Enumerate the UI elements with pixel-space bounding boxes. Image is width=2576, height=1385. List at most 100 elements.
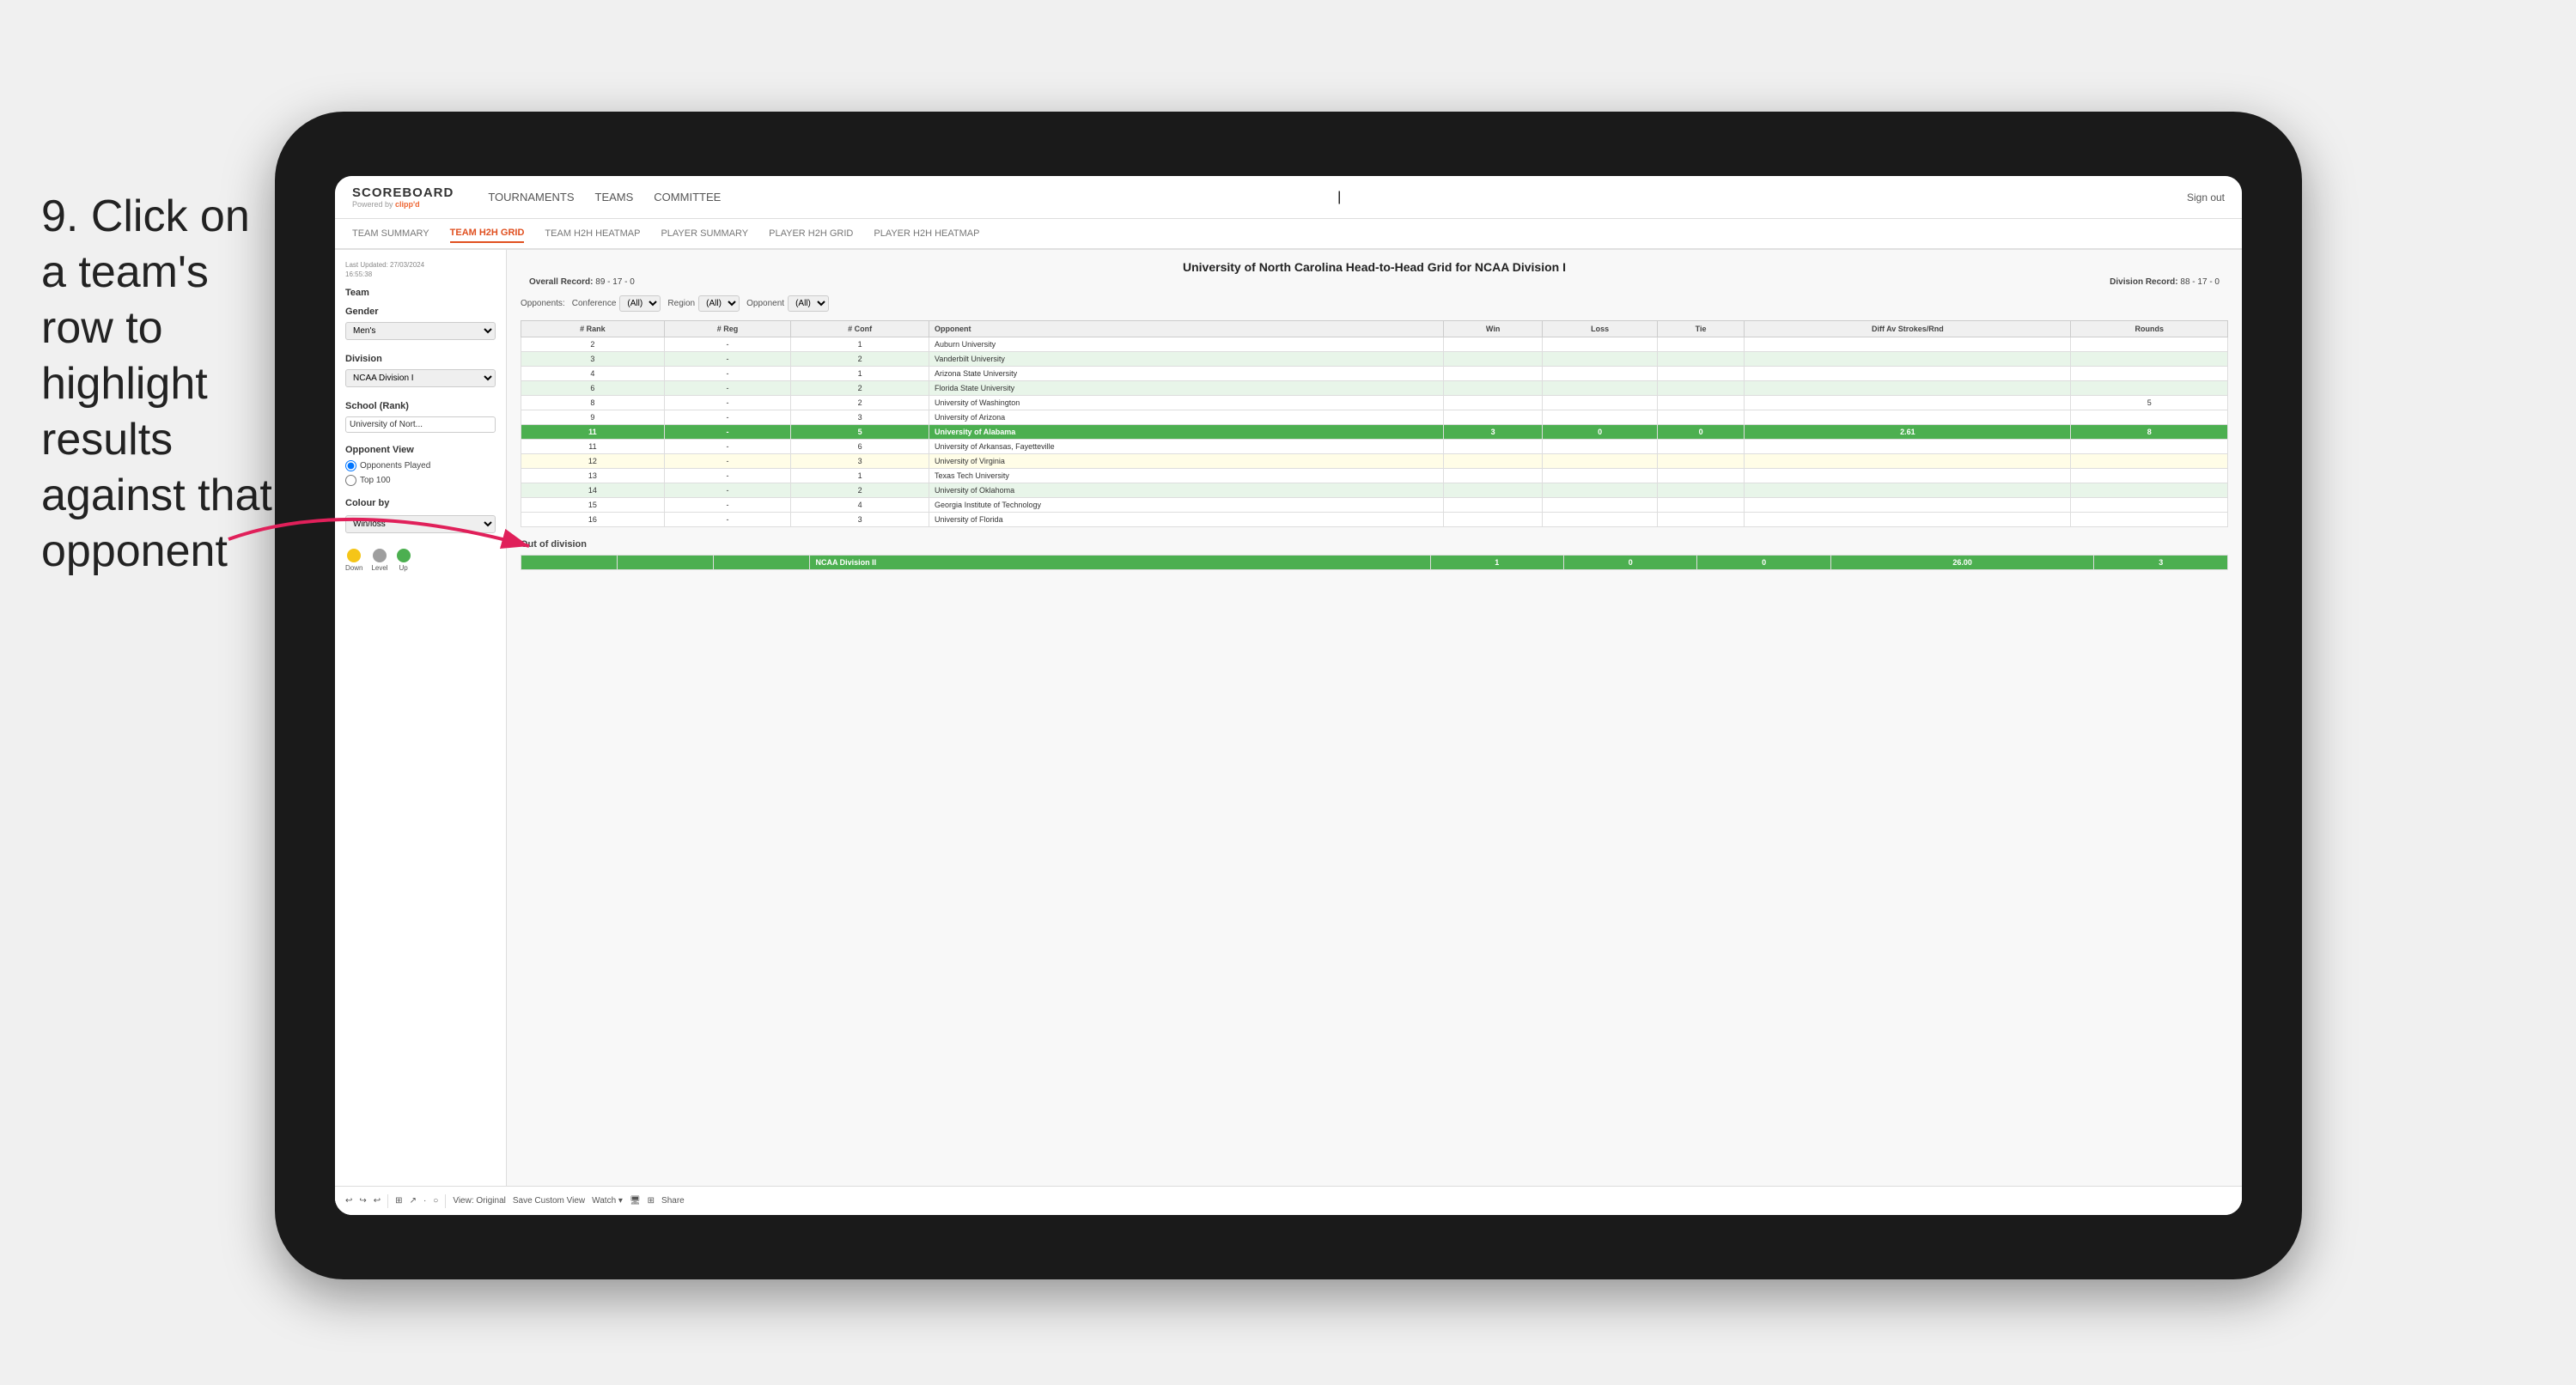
left-panel: Last Updated: 27/03/202416:55:38 Team Ge… (335, 250, 507, 1215)
colour-by-select[interactable]: Win/loss (345, 515, 496, 533)
table-row[interactable]: 3-2Vanderbilt University (521, 352, 2228, 367)
table-row[interactable]: 4-1Arizona State University (521, 367, 2228, 381)
tab-team-summary[interactable]: TEAM SUMMARY (352, 225, 429, 242)
tab-team-h2h-heatmap[interactable]: TEAM H2H HEATMAP (545, 225, 640, 242)
tab-player-h2h-heatmap[interactable]: PLAYER H2H HEATMAP (874, 225, 979, 242)
out-col-rank (521, 556, 618, 570)
legend-dot-down (347, 549, 361, 562)
logo-area: SCOREBOARD Powered by clipp'd (352, 185, 454, 209)
col-opponent: Opponent (929, 321, 1444, 337)
team-section-title: Team (345, 288, 496, 298)
overall-record: Overall Record: 89 - 17 - 0 (529, 277, 635, 287)
legend-level: Level (371, 549, 387, 572)
instruction-body: Click on a team's row to highlight resul… (41, 191, 272, 576)
col-tie: Tie (1657, 321, 1744, 337)
division-select[interactable]: NCAA Division I (345, 369, 496, 387)
out-division-row[interactable]: NCAA Division II 1 0 0 26.00 3 (521, 556, 2228, 570)
legend: Down Level Up (345, 549, 496, 572)
legend-dot-level (373, 549, 387, 562)
table-row[interactable]: 15-4Georgia Institute of Technology (521, 498, 2228, 513)
sub-nav: TEAM SUMMARY TEAM H2H GRID TEAM H2H HEAT… (335, 219, 2242, 250)
tab-player-h2h-grid[interactable]: PLAYER H2H GRID (769, 225, 853, 242)
conference-filter: Conference (All) (572, 295, 661, 312)
out-col-diff: 26.00 (1830, 556, 2094, 570)
out-col-opponent: NCAA Division II (810, 556, 1430, 570)
school-rank-value: University of Nort... (345, 416, 496, 433)
col-diff: Diff Av Strokes/Rnd (1745, 321, 2071, 337)
instruction-number: 9. (41, 191, 78, 241)
opponent-view-radio-group: Opponents Played Top 100 (345, 460, 496, 486)
region-select[interactable]: (All) (698, 295, 740, 312)
table-row[interactable]: 11-6University of Arkansas, Fayetteville (521, 440, 2228, 454)
last-updated: Last Updated: 27/03/202416:55:38 (345, 260, 496, 279)
col-win: Win (1443, 321, 1542, 337)
gender-label: Gender (345, 307, 496, 317)
table-row[interactable]: 2-1Auburn University (521, 337, 2228, 352)
table-row[interactable]: 12-3University of Virginia (521, 454, 2228, 469)
col-rank: # Rank (521, 321, 665, 337)
nav-divider: | (1337, 190, 2161, 205)
main-content: Last Updated: 27/03/202416:55:38 Team Ge… (335, 250, 2242, 1215)
toolbar-layout[interactable]: ⊞ (648, 1196, 655, 1206)
opponent-select[interactable]: (All) (788, 295, 829, 312)
toolbar-monitor[interactable]: 🖥 (630, 1196, 641, 1206)
legend-label-level: Level (371, 564, 387, 572)
out-col-reg (618, 556, 714, 570)
table-header-row: # Rank # Reg # Conf Opponent Win Loss Ti… (521, 321, 2228, 337)
colour-by-title: Colour by (345, 498, 496, 508)
legend-down: Down (345, 549, 362, 572)
opponent-filter: Opponent (All) (746, 295, 829, 312)
filter-opponents-label: Opponents: (521, 299, 565, 308)
tablet-screen: SCOREBOARD Powered by clipp'd TOURNAMENT… (335, 176, 2242, 1215)
nav-items: TOURNAMENTS TEAMS COMMITTEE (488, 187, 1312, 207)
toolbar-share[interactable]: Share (661, 1196, 685, 1206)
gender-select[interactable]: Men's (345, 322, 496, 340)
table-row[interactable]: 16-3University of Florida (521, 513, 2228, 527)
school-rank-label: School (Rank) (345, 401, 496, 411)
out-of-division-section: Out of division NCAA Division II 1 0 0 (521, 539, 2228, 570)
out-col-conf (714, 556, 810, 570)
table-row[interactable]: 6-2Florida State University (521, 381, 2228, 396)
col-loss: Loss (1543, 321, 1658, 337)
division-label: Division (345, 354, 496, 364)
nav-tournaments[interactable]: TOURNAMENTS (488, 187, 574, 207)
toolbar-save-custom[interactable]: Save Custom View (513, 1196, 585, 1206)
tab-player-summary[interactable]: PLAYER SUMMARY (661, 225, 748, 242)
h2h-table: # Rank # Reg # Conf Opponent Win Loss Ti… (521, 320, 2228, 527)
instruction-text: 9. Click on a team's row to highlight re… (41, 189, 282, 580)
legend-label-up: Up (399, 564, 407, 572)
conference-select[interactable]: (All) (619, 295, 661, 312)
logo-sub: Powered by clipp'd (352, 200, 454, 209)
grid-records: Overall Record: 89 - 17 - 0 Division Rec… (521, 277, 2228, 287)
col-reg: # Reg (664, 321, 790, 337)
nav-committee[interactable]: COMMITTEE (654, 187, 721, 207)
grid-title: University of North Carolina Head-to-Hea… (521, 260, 2228, 274)
tab-team-h2h-grid[interactable]: TEAM H2H GRID (450, 224, 525, 243)
toolbar-watch[interactable]: Watch ▾ (592, 1196, 623, 1206)
logo-text: SCOREBOARD (352, 185, 454, 200)
nav-teams[interactable]: TEAMS (595, 187, 634, 207)
region-filter: Region (All) (667, 295, 740, 312)
legend-up: Up (397, 549, 411, 572)
table-row[interactable]: 14-2University of Oklahoma (521, 483, 2228, 498)
out-col-tie: 0 (1697, 556, 1830, 570)
sign-out-link[interactable]: Sign out (2187, 191, 2225, 203)
division-record: Division Record: 88 - 17 - 0 (2110, 277, 2220, 287)
table-row[interactable]: 8-2University of Washington5 (521, 396, 2228, 410)
legend-dot-up (397, 549, 411, 562)
logo-brand: clipp'd (395, 200, 420, 209)
filter-row: Opponents: Conference (All) Region (All) (521, 295, 2228, 312)
right-panel: University of North Carolina Head-to-Hea… (507, 250, 2242, 1215)
out-col-rounds: 3 (2094, 556, 2228, 570)
table-row[interactable]: 13-1Texas Tech University (521, 469, 2228, 483)
col-conf: # Conf (791, 321, 929, 337)
table-row[interactable]: 11-5University of Alabama3002.618 (521, 425, 2228, 440)
out-col-win: 1 (1430, 556, 1563, 570)
radio-top-100[interactable]: Top 100 (345, 475, 496, 486)
opponent-view-title: Opponent View (345, 445, 496, 455)
out-col-loss: 0 (1564, 556, 1697, 570)
tablet-frame: SCOREBOARD Powered by clipp'd TOURNAMENT… (275, 112, 2302, 1279)
col-rounds: Rounds (2071, 321, 2228, 337)
radio-opponents-played[interactable]: Opponents Played (345, 460, 496, 471)
table-row[interactable]: 9-3University of Arizona (521, 410, 2228, 425)
